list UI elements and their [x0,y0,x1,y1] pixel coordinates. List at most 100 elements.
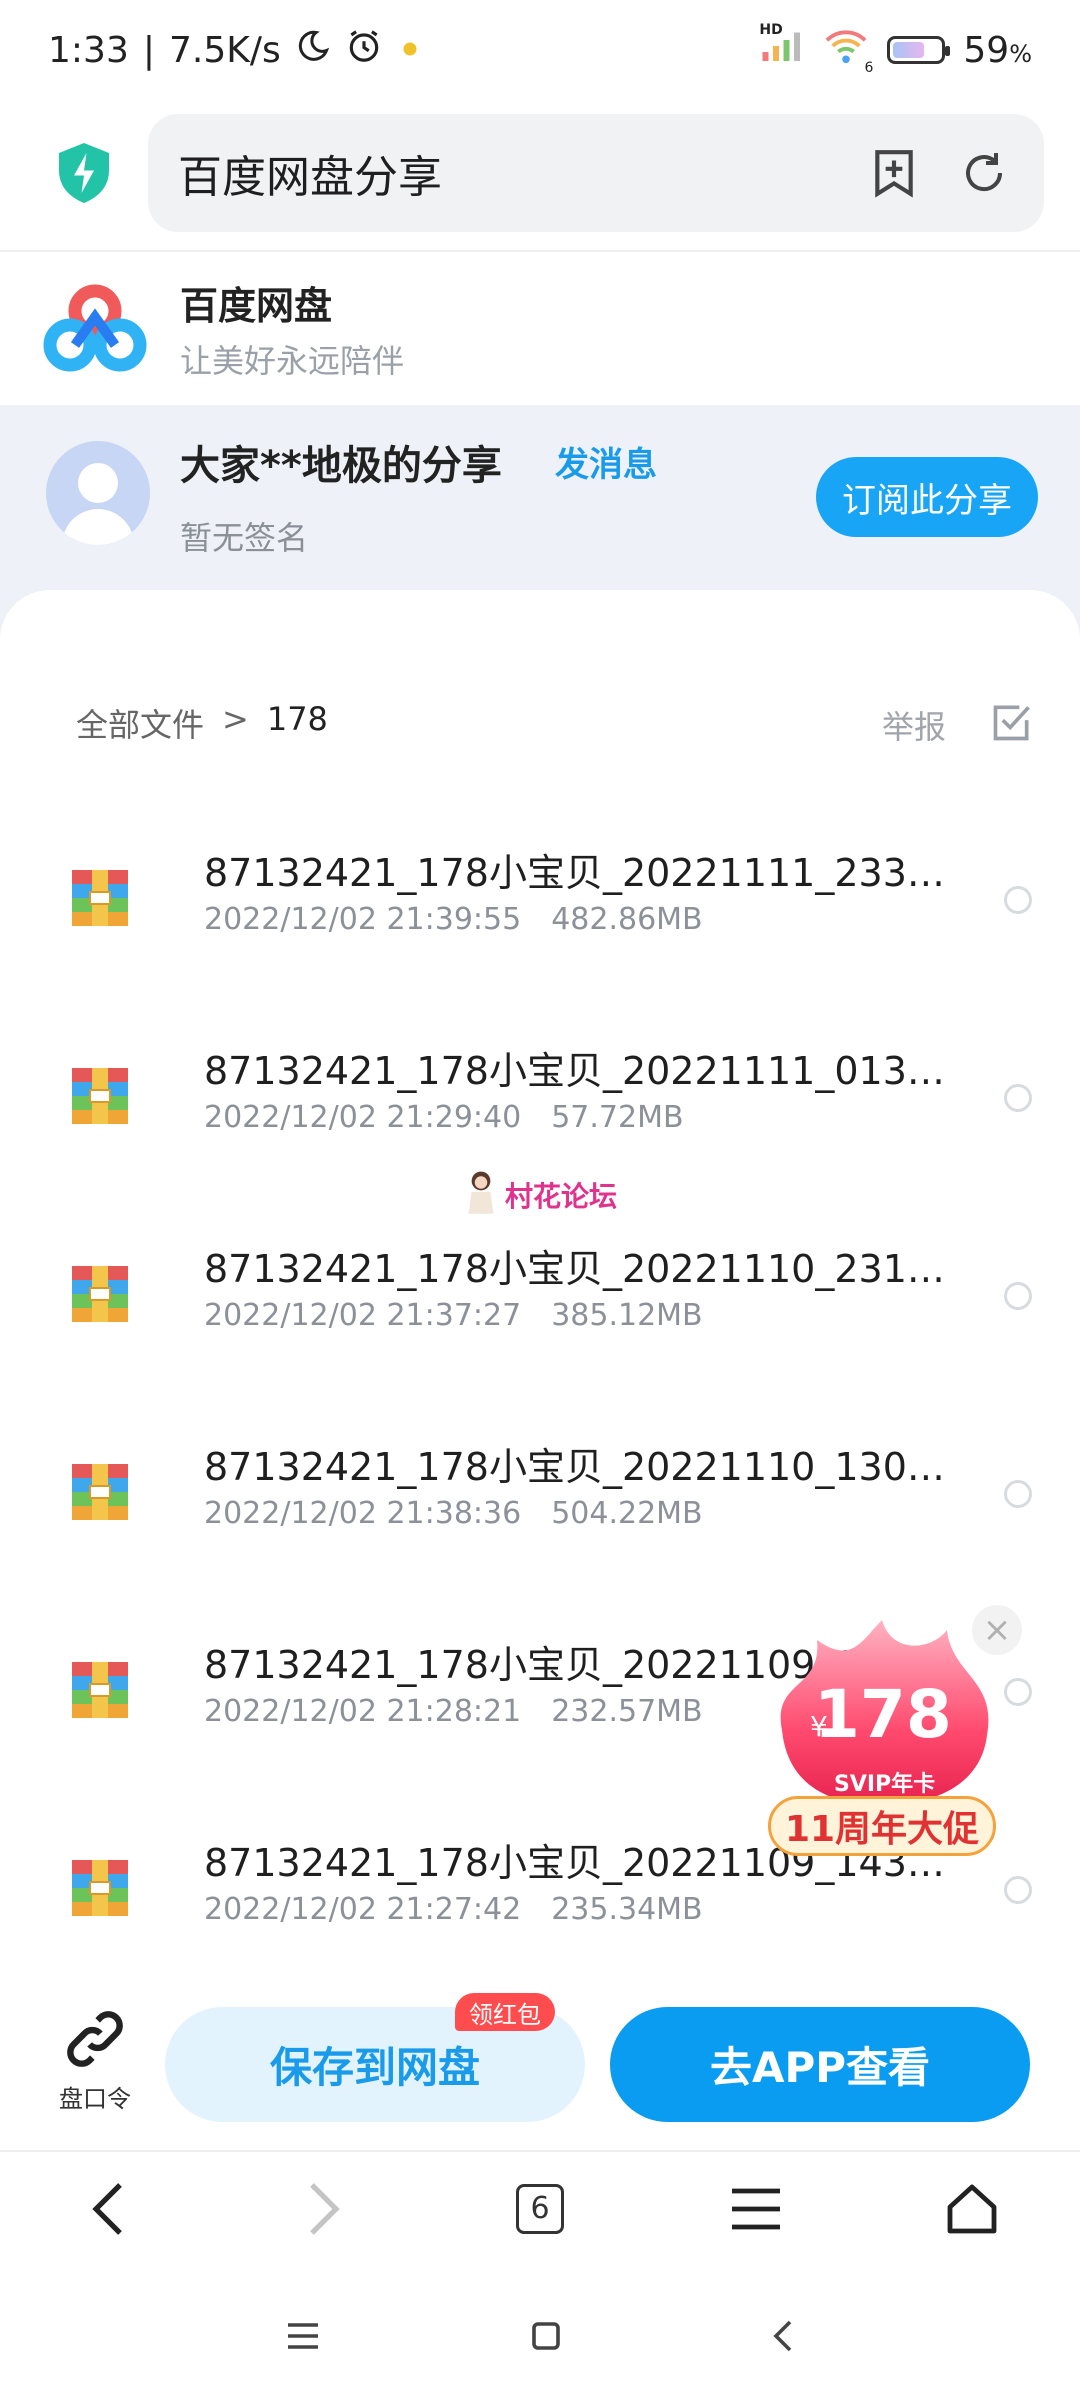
app-slogan: 让美好永远陪伴 [180,342,405,380]
file-name[interactable]: 87132421_178小宝贝_20221110_1301... [204,1436,964,1491]
battery-level: 59% [963,30,1032,71]
file-item[interactable]: 87132421_178小宝贝_20221110_1301... 2022/12… [0,1414,1080,1612]
system-nav-bar [0,2275,1080,2400]
share-code-button[interactable]: 盘口令 [50,2007,140,2114]
file-date: 2022/12/02 21:27:42 [204,1892,522,1927]
system-home-icon[interactable] [531,2321,561,2355]
tabs-button[interactable]: 6 [500,2169,580,2249]
file-name[interactable]: 87132421_178小宝贝_20221110_2315... [204,1238,964,1293]
archive-file-icon [72,1860,128,1916]
avatar[interactable] [46,441,150,545]
promo-price: 178 [814,1676,952,1753]
file-meta: 2022/12/02 21:29:40 57.72MB [204,1100,684,1135]
file-size: 385.12MB [551,1298,703,1333]
notification-icon [397,30,423,71]
bookmark-add-icon[interactable] [864,143,924,203]
file-select-checkbox[interactable] [1004,886,1032,914]
app-header[interactable]: 百度网盘 让美好永远陪伴 [0,250,1080,405]
promo-svip: SVIP年卡 [834,1772,936,1797]
status-speed: 7.5K/s [168,29,281,71]
promo-tag: 11周年大促 [768,1796,996,1856]
sharer-signature: 暂无签名 [180,519,309,557]
send-message-link[interactable]: 发消息 [555,437,657,486]
file-name[interactable]: 87132421_178小宝贝_20221111_01340... [204,1040,964,1095]
file-size: 504.22MB [551,1496,703,1531]
file-select-checkbox[interactable] [1004,1084,1032,1112]
menu-button[interactable] [716,2169,796,2249]
url-text[interactable]: 百度网盘分享 [178,141,834,205]
archive-file-icon [72,870,128,926]
forum-watermark: 村花论坛 [465,1170,617,1220]
file-select-checkbox[interactable] [1004,1480,1032,1508]
file-size: 232.57MB [551,1694,703,1729]
forward-arrow-icon [310,2182,340,2235]
open-in-app-button[interactable]: 去APP查看 [610,2007,1030,2122]
report-link[interactable]: 举报 [882,702,946,748]
system-back-icon[interactable] [772,2320,794,2356]
file-meta: 2022/12/02 21:27:42 235.34MB [204,1892,703,1927]
file-select-checkbox[interactable] [1004,1678,1032,1706]
file-item[interactable]: 87132421_178小宝贝_20221111_2335... 2022/12… [0,820,1080,1018]
file-date: 2022/12/02 21:37:27 [204,1298,522,1333]
file-select-checkbox[interactable] [1004,1282,1032,1310]
file-size: 235.34MB [551,1892,703,1927]
network-type: HD [759,21,783,38]
share-code-label: 盘口令 [59,2085,131,2113]
recent-apps-icon[interactable] [286,2321,320,2355]
menu-icon [732,2188,780,2229]
file-size: 57.72MB [551,1100,684,1135]
browser-address-bar: 百度网盘分享 [0,100,1080,245]
promo-badge[interactable]: ¥ 178 SVIP年卡 11周年大促 [762,1620,1002,1860]
home-icon [947,2184,997,2233]
file-meta: 2022/12/02 21:39:55 482.86MB [204,902,703,937]
forward-button[interactable] [284,2169,364,2249]
refresh-icon[interactable] [954,143,1014,203]
tab-count: 6 [516,2183,564,2234]
link-icon [67,2011,123,2067]
file-item[interactable]: 87132421_178小宝贝_20221110_2315... 2022/12… [0,1216,1080,1414]
archive-file-icon [72,1266,128,1322]
file-date: 2022/12/02 21:39:55 [204,902,522,937]
file-meta: 2022/12/02 21:38:36 504.22MB [204,1496,703,1531]
breadcrumb-root[interactable]: 全部文件 [76,700,204,746]
battery-icon [887,36,951,64]
url-field[interactable]: 百度网盘分享 [148,113,1044,232]
archive-file-icon [72,1068,128,1124]
action-bar: 盘口令 保存到网盘 领红包 去APP查看 [0,1985,1080,2150]
baidu-netdisk-logo [40,279,150,379]
watermark-text: 村花论坛 [505,1180,618,1213]
file-meta: 2022/12/02 21:28:21 232.57MB [204,1694,703,1729]
battery-suffix: % [1009,39,1032,68]
file-date: 2022/12/02 21:28:21 [204,1694,522,1729]
home-button[interactable] [932,2169,1012,2249]
status-bar: 1:33 | 7.5K/s HD 6 59% [0,0,1080,100]
wifi-icon: 6 [823,27,873,76]
select-all-checkbox-icon[interactable] [990,700,1034,744]
file-date: 2022/12/02 21:38:36 [204,1496,522,1531]
file-meta: 2022/12/02 21:37:27 385.12MB [204,1298,703,1333]
browser-nav-bar: 6 [0,2150,1080,2265]
moon-icon [295,28,331,73]
file-size: 482.86MB [551,902,703,937]
red-packet-badge: 领红包 [455,1993,555,2031]
battery-percent: 59 [963,29,1010,71]
app-title: 百度网盘 [180,284,333,328]
back-button[interactable] [68,2169,148,2249]
girl-figure-icon [468,1171,494,1214]
back-arrow-icon [92,2182,122,2235]
breadcrumb-current: 178 [266,700,328,738]
breadcrumb-separator: > [222,700,249,738]
wifi-badge: 6 [864,59,874,76]
security-shield-icon[interactable] [36,125,132,221]
signal-icon: HD [759,22,805,73]
sharer-name: 大家**地极的分享 [180,443,502,489]
subscribe-button[interactable]: 订阅此分享 [816,457,1038,537]
alarm-icon [345,27,383,74]
breadcrumb: 全部文件 > 178 [76,700,328,746]
file-name[interactable]: 87132421_178小宝贝_20221111_2335... [204,842,964,897]
archive-file-icon [72,1662,128,1718]
status-time: 1:33 [48,29,129,71]
file-date: 2022/12/02 21:29:40 [204,1100,522,1135]
status-divider: | [142,29,155,71]
file-select-checkbox[interactable] [1004,1876,1032,1904]
